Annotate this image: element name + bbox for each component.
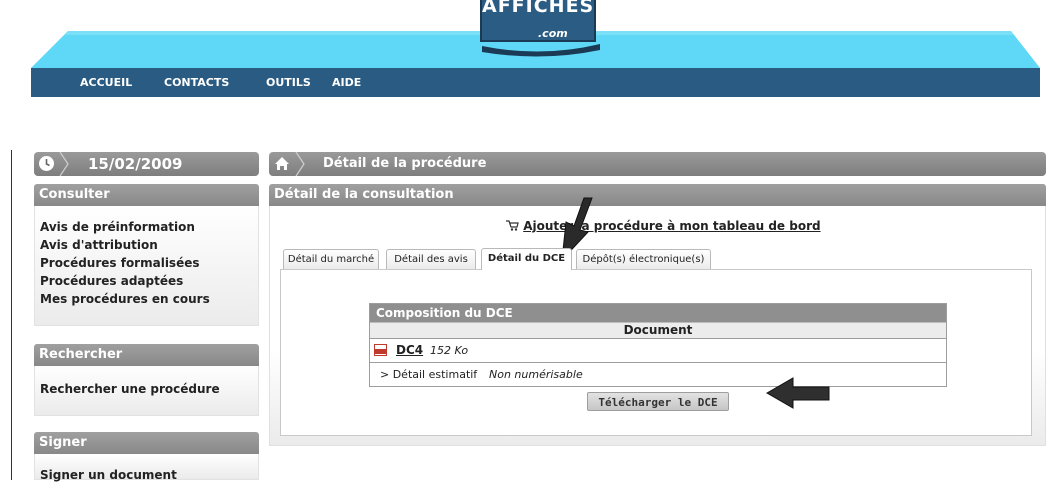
main-nav: ACCUEIL CONTACTS OUTILS AIDE [31, 68, 1040, 97]
tab-detail-dce[interactable]: Détail du DCE [481, 248, 572, 270]
sidebar-signer-panel: Signer un document [34, 454, 259, 482]
sidebar-rechercher-title: Rechercher [34, 344, 259, 366]
logo-swoosh [482, 44, 600, 57]
logo-suffix: .com [538, 27, 568, 40]
home-icon[interactable] [274, 156, 290, 171]
sidebar-item-mes-procedures[interactable]: Mes procédures en cours [40, 292, 210, 306]
pdf-icon [374, 344, 387, 356]
sidebar-consulter-title: Consulter [34, 184, 259, 206]
sidebar-item-adaptees[interactable]: Procédures adaptées [40, 274, 183, 288]
estimate-value: Non numérisable [489, 368, 583, 381]
consultation-title: Détail de la consultation [269, 184, 1046, 206]
dce-column-header: Document [370, 322, 946, 339]
sidebar-item-attribution[interactable]: Avis d'attribution [40, 238, 158, 252]
chevron-separator-icon [59, 152, 69, 176]
download-dce-button[interactable]: Télécharger le DCE [587, 392, 729, 411]
table-row: > Détail estimatif Non numérisable [370, 363, 946, 386]
page-left-border [11, 150, 12, 480]
sidebar-consulter-panel: Avis de préinformation Avis d'attributio… [34, 206, 259, 326]
sidebar-item-preinformation[interactable]: Avis de préinformation [40, 220, 195, 234]
chevron-separator-icon [295, 152, 305, 176]
nav-outils[interactable]: OUTILS [266, 76, 311, 89]
nav-accueil[interactable]: ACCUEIL [80, 76, 132, 89]
table-row: DC4 152 Ko [370, 339, 946, 363]
cart-icon [506, 220, 519, 231]
sidebar-item-rechercher[interactable]: Rechercher une procédure [40, 382, 220, 396]
clock-bar: 15/02/2009 06:30:36 [34, 152, 259, 191]
dce-file-link[interactable]: DC4 [396, 339, 423, 362]
breadcrumb-current: Détail de la procédure [323, 156, 487, 171]
sidebar-rechercher-panel: Rechercher une procédure [34, 366, 259, 416]
breadcrumb-bar: Détail de la procédure [269, 152, 1046, 176]
dce-file-size: 152 Ko [430, 344, 469, 357]
sidebar-signer-title: Signer [34, 432, 259, 454]
nav-aide[interactable]: AIDE [332, 76, 361, 89]
tab-detail-marche[interactable]: Détail du marché [283, 249, 379, 269]
dce-table: Composition du DCE Document DC4 152 Ko >… [369, 303, 947, 387]
annotation-arrow-left-icon [765, 377, 830, 409]
tab-detail-avis[interactable]: Détail des avis [386, 249, 476, 269]
sidebar-item-formalisees[interactable]: Procédures formalisées [40, 256, 200, 270]
clock-icon [39, 156, 54, 171]
estimate-label: > Détail estimatif [380, 368, 478, 381]
dce-table-title: Composition du DCE [370, 304, 946, 322]
nav-contacts[interactable]: CONTACTS [164, 76, 229, 89]
